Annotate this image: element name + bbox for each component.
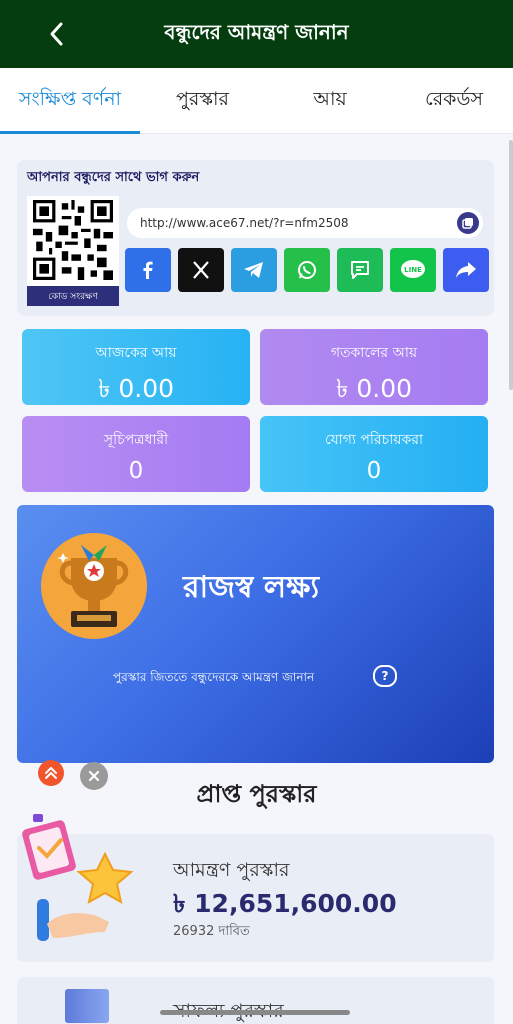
chevron-left-icon [50,22,63,46]
today-income-value: ৳ 0.00 [97,374,175,403]
qr-code[interactable]: কোড সংরক্ষণ [27,196,119,306]
banner-title: রাজস্ব লক্ষ্য [183,570,320,605]
save-code-button[interactable]: কোড সংরক্ষণ [27,286,119,306]
referral-link: http://www.ace67.net/?r=nfm2508 [140,216,349,230]
facebook-icon [143,261,153,279]
invite-reward-illustration [22,814,134,941]
line-icon: LINE [401,260,425,278]
facebook-share-button[interactable] [125,248,171,292]
share-title: আপনার বন্ধুদের সাথে ভাগ করুন [27,170,200,185]
qualified-referrers-label: যোগ্য পরিচায়করা [324,432,424,448]
tab-income[interactable]: আয় [265,68,395,134]
qualified-referrers-value: 0 [366,458,382,484]
sms-share-button[interactable] [337,248,383,292]
tab-overview[interactable]: সংক্ষিপ্ত বর্ণনা [0,68,140,134]
invite-reward-amount: ৳ 12,651,600.00 [173,889,397,918]
today-income-card: আজকের আয় ৳ 0.00 [22,329,250,405]
telegram-share-button[interactable] [231,248,277,292]
achievement-reward-illustration [65,989,109,1023]
subscribers-label: সূচিপত্রধারী [103,432,169,448]
qr-code-icon [33,200,113,280]
x-icon [193,261,209,279]
copy-icon [462,218,473,229]
sms-icon [351,261,369,279]
tab-bar: সংক্ষিপ্ত বর্ণনা পুরস্কার আয় রেকর্ডস [0,68,513,134]
line-share-button[interactable]: LINE [390,248,436,292]
page-title: বন্ধুদের আমন্ত্রণ জানান [164,19,349,44]
revenue-goal-banner: রাজস্ব লক্ষ্য পুরস্কার জিততে বন্ধুদেরকে … [17,505,494,763]
trophy-icon [57,545,129,627]
banner-subtitle: পুরস্কার জিততে বন্ধুদেরকে আমন্ত্রণ জানান [113,670,315,684]
social-share-row: LINE [125,248,489,292]
tab-rewards[interactable]: পুরস্কার [140,68,265,134]
share-icon [456,262,476,278]
today-income-label: আজকের আয় [95,345,177,361]
yesterday-income-label: গতকালের আয় [330,345,418,361]
qualified-referrers-card: যোগ্য পরিচায়করা 0 [260,416,488,492]
invite-reward-card: আমন্ত্রণ পুরস্কার ৳ 12,651,600.00 26932 … [17,814,494,962]
svg-text:LINE: LINE [404,266,422,274]
whatsapp-share-button[interactable] [284,248,330,292]
yesterday-income-card: গতকালের আয় ৳ 0.00 [260,329,488,405]
home-indicator[interactable] [160,1010,350,1015]
referral-link-field[interactable]: http://www.ace67.net/?r=nfm2508 [127,208,483,238]
help-icon[interactable]: ? [373,665,397,687]
app-header: বন্ধুদের আমন্ত্রণ জানান [0,0,513,68]
whatsapp-icon [298,261,316,279]
achievement-reward-card: সাফল্য পুরস্কার [17,977,494,1024]
telegram-icon [244,262,263,278]
subscribers-card: সূচিপত্রধারী 0 [22,416,250,492]
trophy-badge [41,533,147,639]
more-share-button[interactable] [443,248,489,292]
subscribers-value: 0 [128,458,144,484]
share-card: আপনার বন্ধুদের সাথে ভাগ করুন কোড সংরক্ষণ… [17,160,494,316]
x-share-button[interactable] [178,248,224,292]
back-button[interactable] [38,14,74,54]
scrollbar[interactable] [509,140,513,390]
yesterday-income-value: ৳ 0.00 [335,374,413,403]
tab-records[interactable]: রেকর্ডস [395,68,513,134]
copy-button[interactable] [457,212,479,234]
invite-reward-claims: 26932 দাবিত [173,924,250,939]
